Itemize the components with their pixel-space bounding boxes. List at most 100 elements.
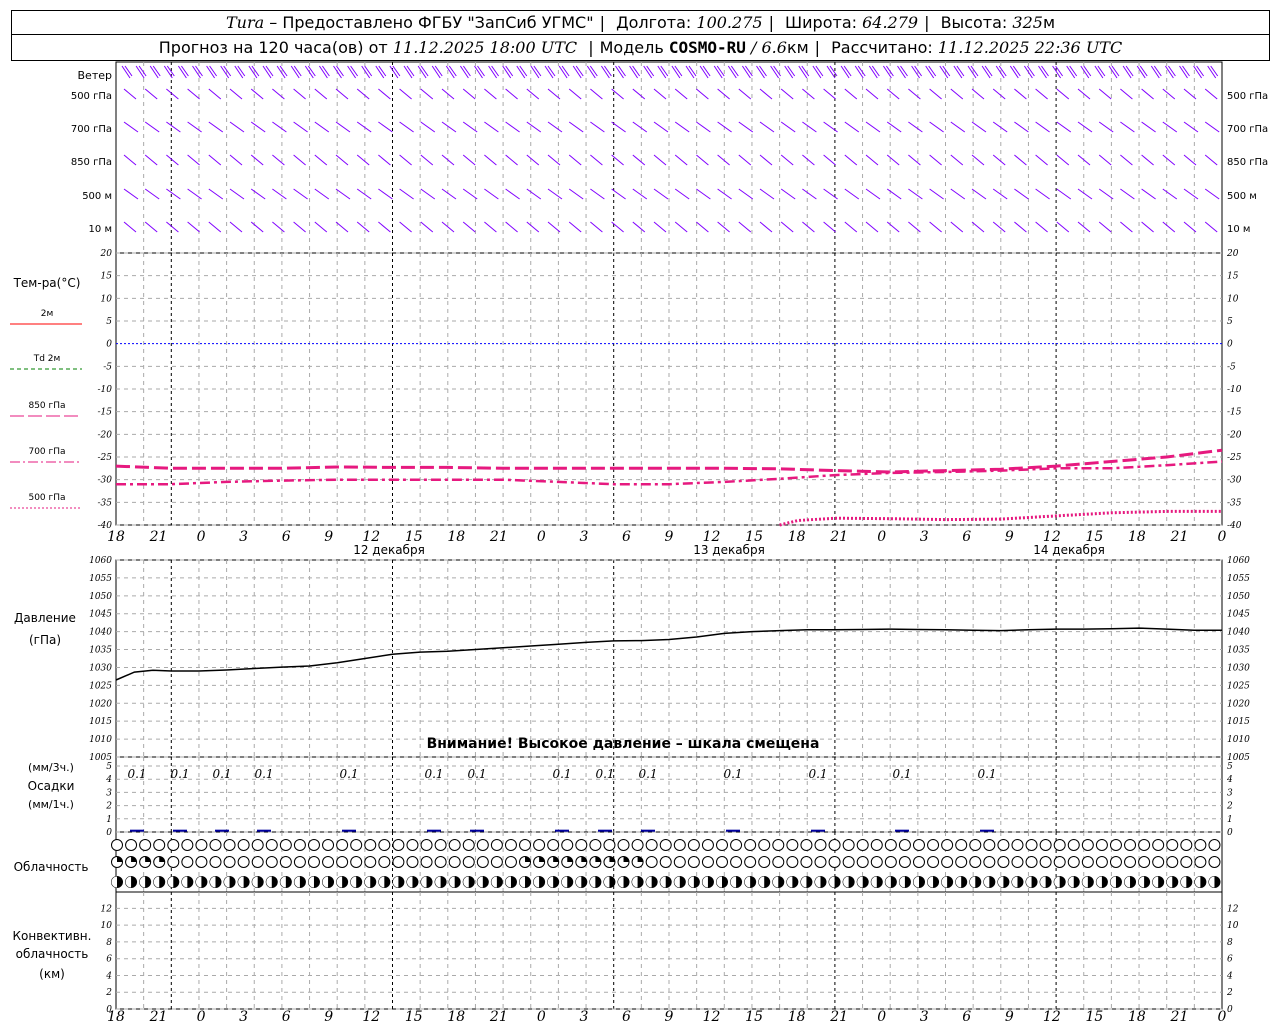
- wind-barb-top: [321, 65, 330, 77]
- cloud-cover-symbol: [1081, 839, 1094, 851]
- wind-barb: [1077, 121, 1093, 133]
- conv-ytick-left: 0: [106, 1005, 112, 1015]
- wind-barb: [738, 221, 752, 233]
- cloud-cover-symbol: [730, 839, 743, 851]
- wind-barb-top: [350, 65, 359, 77]
- conv-ytick-right: 8: [1227, 938, 1233, 948]
- precip-ytick-left: 1: [106, 815, 112, 825]
- precip-bar: [257, 829, 271, 832]
- cloud-cover-symbol-part: [871, 876, 877, 888]
- wind-barb: [399, 188, 414, 200]
- wind-barb: [356, 188, 372, 200]
- wind-barb-top: [702, 65, 711, 77]
- cloud-cover-symbol: [111, 839, 123, 851]
- wind-barb: [950, 221, 964, 233]
- wind-barb-top: [152, 65, 161, 77]
- wind-barb: [653, 88, 667, 100]
- wind-level-label-left: 700 гПа: [71, 124, 112, 135]
- cloud-cover-symbol: [589, 839, 602, 851]
- pressure-ytick-left: 1030: [89, 663, 112, 673]
- conv-title-3: (км): [39, 967, 65, 981]
- wind-barb: [844, 88, 858, 100]
- cloud-cover-symbol: [237, 856, 250, 868]
- wind-barb: [653, 121, 669, 133]
- cloud-cover-symbol: [856, 856, 869, 868]
- wind-barb: [717, 88, 730, 100]
- cloud-cover-symbol: [1095, 839, 1108, 851]
- wind-barb: [1035, 154, 1048, 166]
- cloud-cover-symbol: [265, 839, 278, 851]
- wind-barb: [992, 221, 1006, 233]
- cloud-cover-symbol: [730, 856, 743, 868]
- cloud-cover-symbol: [364, 856, 377, 868]
- cloud-cover-symbol-part: [308, 876, 314, 888]
- wind-barb-top: [505, 65, 514, 77]
- time-axis-top-tick-label: 3: [579, 529, 588, 545]
- cloud-cover-symbol: [828, 839, 841, 851]
- wind-barb: [356, 88, 370, 100]
- cloud-cover-symbol: [744, 839, 757, 851]
- cloud-cover-symbol: [1180, 856, 1193, 868]
- wind-barb-top: [462, 65, 471, 77]
- wind-barb: [1141, 221, 1154, 233]
- wind-barb: [229, 154, 243, 166]
- cloud-cover-symbol-part: [595, 856, 601, 862]
- wind-barb-top: [1041, 65, 1049, 77]
- cloud-cover-symbol: [434, 839, 447, 851]
- time-axis-bottom-tick-label: 3: [920, 1009, 929, 1024]
- cloud-cover-symbol: [659, 839, 672, 851]
- cloud-cover-symbol-part: [983, 876, 990, 888]
- wind-barb-top: [1196, 65, 1205, 77]
- wind-barb: [802, 121, 817, 133]
- time-axis-bottom-tick-label: 6: [622, 1009, 631, 1024]
- cloud-cover-symbol: [1124, 839, 1137, 851]
- wind-barb: [674, 221, 688, 233]
- wind-barb: [886, 88, 900, 100]
- wind-barb-top: [1097, 65, 1106, 77]
- temp-ytick-left: -10: [98, 385, 113, 395]
- wind-barb: [929, 88, 942, 100]
- wind-barb-top: [646, 65, 655, 77]
- wind-barb: [293, 121, 308, 133]
- time-axis-bottom-tick-label: 18: [447, 1009, 465, 1024]
- wind-barb: [738, 121, 754, 133]
- cloud-cover-symbol-part: [730, 876, 737, 888]
- wind-barb: [144, 154, 158, 166]
- cloud-cover-symbol-part: [758, 876, 765, 888]
- wind-barb: [992, 154, 1006, 166]
- wind-barb: [1098, 88, 1112, 100]
- wind-barb: [1204, 188, 1220, 200]
- temp-ytick-left: -5: [103, 362, 112, 372]
- wind-barb-top: [914, 65, 923, 77]
- temp-ytick-right: 5: [1227, 317, 1233, 327]
- cloud-cover-symbol: [336, 856, 349, 868]
- wind-barb: [484, 88, 497, 100]
- cloud-cover-symbol-part: [1208, 876, 1215, 888]
- wind-barb-top: [575, 65, 584, 77]
- pressure-ytick-left: 1020: [89, 699, 112, 709]
- wind-barb: [865, 121, 881, 133]
- wind-barb-top: [632, 65, 641, 77]
- wind-barb-top: [1182, 65, 1190, 77]
- wind-barb: [759, 88, 773, 100]
- wind-barb: [1120, 221, 1133, 233]
- wind-barb: [208, 188, 224, 200]
- wind-barb: [166, 188, 181, 200]
- wind-barb-top: [223, 65, 232, 77]
- wind-barb: [802, 221, 815, 233]
- wind-barb: [971, 154, 985, 166]
- cloud-cover-symbol: [350, 839, 363, 851]
- wind-barb-top: [984, 65, 993, 77]
- wind-barb-top: [364, 65, 373, 77]
- wind-barb: [484, 221, 497, 233]
- wind-level-label-left: 500 гПа: [71, 91, 112, 102]
- conv-title-1: Конвективн.: [13, 929, 92, 943]
- time-axis-bottom-tick-label: 15: [745, 1009, 763, 1024]
- wind-barb: [272, 88, 285, 100]
- temp-ytick-right: -40: [1227, 521, 1242, 531]
- cloud-cover-symbol: [603, 839, 616, 851]
- wind-barb: [526, 88, 540, 100]
- cloud-cover-symbol: [645, 856, 658, 868]
- cloud-cover-symbol: [293, 839, 306, 851]
- wind-level-label-left: 850 гПа: [71, 157, 112, 168]
